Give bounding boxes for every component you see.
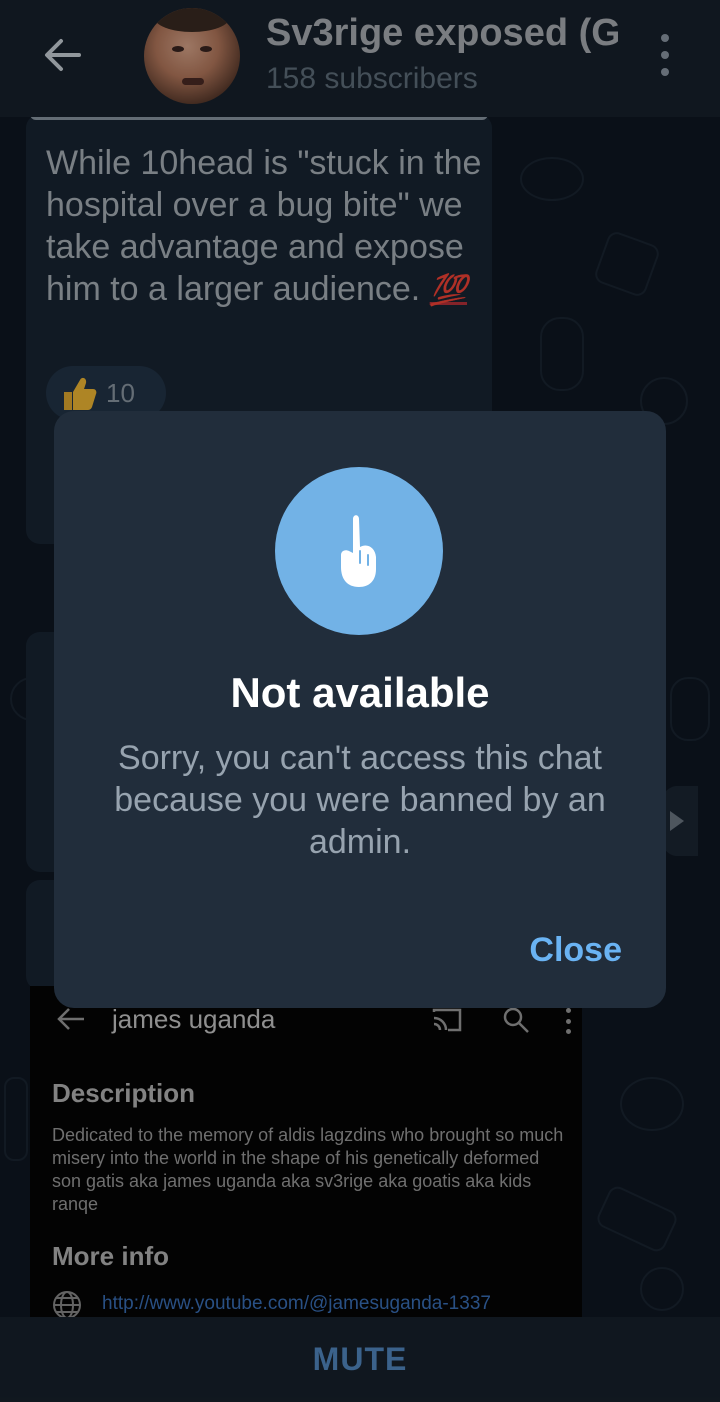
not-available-dialog: Not available Sorry, you can't access th… — [54, 411, 666, 1008]
raised-finger-icon — [341, 515, 376, 587]
dialog-title: Not available — [230, 669, 490, 716]
close-button[interactable]: Close — [529, 931, 622, 970]
dialog-message: Sorry, you can't access this chat becaus… — [114, 739, 606, 861]
dialog-icon-circle — [275, 467, 443, 635]
